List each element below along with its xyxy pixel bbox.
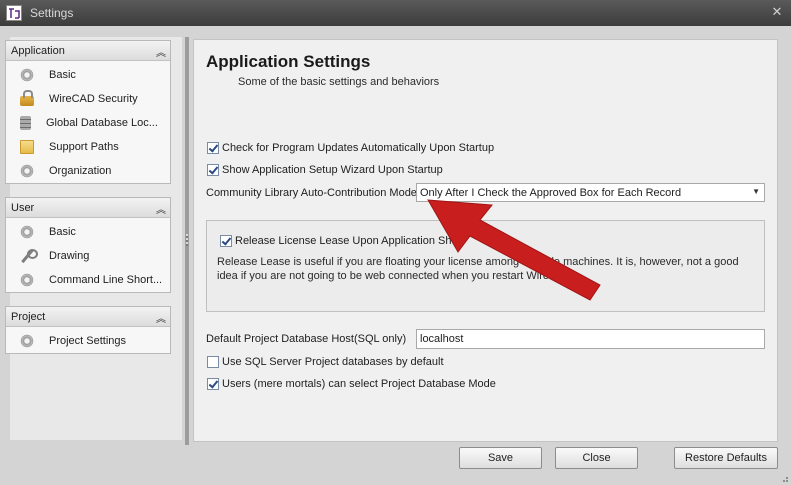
release-desc-line: Release Lease is useful if you are float…	[217, 256, 739, 268]
page-subtitle: Some of the basic settings and behaviors	[238, 76, 440, 88]
show-wizard-checkbox[interactable]	[207, 164, 219, 176]
close-button[interactable]: Close	[555, 447, 638, 469]
nav-item-label: Basic	[49, 226, 76, 238]
nav-item-label: Basic	[49, 69, 76, 81]
nav-item-label: Global Database Loc...	[46, 117, 158, 129]
nav-group-header[interactable]: User ︽	[6, 198, 170, 218]
show-wizard-label: Show Application Setup Wizard Upon Start…	[222, 164, 443, 176]
show-wizard-option[interactable]: Show Application Setup Wizard Upon Start…	[207, 164, 443, 176]
collapse-icon[interactable]: ︽	[156, 44, 166, 59]
nav-item-basic[interactable]: Basic	[6, 63, 170, 87]
db-host-input[interactable]: localhost	[416, 329, 765, 349]
gear-icon	[20, 225, 34, 239]
nav-item-support-paths[interactable]: Support Paths	[6, 135, 170, 159]
use-sql-label: Use SQL Server Project databases by defa…	[222, 356, 444, 368]
gear-icon	[20, 68, 34, 82]
contribution-mode-select[interactable]: Only After I Check the Approved Box for …	[416, 183, 765, 202]
users-select-option[interactable]: Users (mere mortals) can select Project …	[207, 378, 496, 390]
collapse-icon[interactable]: ︽	[156, 310, 166, 325]
nav-item-label: Project Settings	[49, 335, 127, 347]
nav-item-wirecad-security[interactable]: WireCAD Security	[6, 87, 170, 111]
lock-icon	[20, 90, 34, 106]
nav-item-label: Support Paths	[49, 141, 119, 153]
release-lease-label: Release License Lease Upon Application S…	[235, 235, 452, 247]
gear-icon	[20, 273, 34, 287]
nav-item-project-settings[interactable]: Project Settings	[6, 329, 170, 353]
gear-icon	[20, 164, 34, 178]
page-title: Application Settings	[206, 52, 371, 71]
nav-group-user: User ︽ Basic Drawing Command Line Short.…	[5, 197, 171, 293]
release-lease-checkbox[interactable]	[220, 235, 232, 247]
folder-icon	[20, 140, 34, 154]
use-sql-checkbox[interactable]	[207, 356, 219, 368]
nav-group-header[interactable]: Project ︽	[6, 307, 170, 327]
release-lease-description: Release Lease is useful if you are float…	[217, 255, 762, 283]
nav-item-organization[interactable]: Organization	[6, 159, 170, 183]
nav-item-global-database[interactable]: Global Database Loc...	[6, 111, 170, 135]
resize-grip-icon[interactable]	[779, 473, 789, 483]
nav-item-drawing[interactable]: Drawing	[6, 244, 170, 268]
release-desc-line: idea if you are not going to be web conn…	[217, 270, 576, 282]
nav-item-label: Command Line Short...	[49, 274, 163, 286]
nav-group-title: User	[11, 201, 35, 214]
nav-group-application: Application ︽ Basic WireCAD Security Glo…	[5, 40, 171, 184]
save-button[interactable]: Save	[459, 447, 542, 469]
restore-defaults-button[interactable]: Restore Defaults	[674, 447, 778, 469]
db-host-value: localhost	[420, 333, 464, 345]
wrench-icon	[20, 249, 38, 263]
app-icon[interactable]	[6, 5, 22, 21]
nav-item-command-line-shortcuts[interactable]: Command Line Short...	[6, 268, 170, 292]
database-icon	[20, 116, 31, 130]
nav-item-user-basic[interactable]: Basic	[6, 220, 170, 244]
contribution-mode-label: Community Library Auto-Contribution Mode	[206, 187, 417, 199]
gear-icon	[20, 334, 34, 348]
window-title: Settings	[30, 6, 74, 20]
nav-group-title: Project	[11, 310, 46, 323]
collapse-icon[interactable]: ︽	[156, 201, 166, 216]
users-select-label: Users (mere mortals) can select Project …	[222, 378, 496, 390]
use-sql-option[interactable]: Use SQL Server Project databases by defa…	[207, 356, 444, 368]
splitter-grip[interactable]	[186, 234, 188, 246]
check-updates-option[interactable]: Check for Program Updates Automatically …	[207, 142, 494, 154]
nav-group-project: Project ︽ Project Settings	[5, 306, 171, 354]
release-lease-option[interactable]: Release License Lease Upon Application S…	[220, 235, 451, 247]
nav-group-header[interactable]: Application ︽	[6, 41, 170, 61]
contribution-mode-value: Only After I Check the Approved Box for …	[420, 186, 682, 199]
check-updates-label: Check for Program Updates Automatically …	[222, 142, 495, 154]
db-host-label: Default Project Database Host(SQL only)	[206, 333, 407, 345]
title-bar: Settings ✕	[0, 0, 791, 26]
check-updates-checkbox[interactable]	[207, 142, 219, 154]
nav-item-label: WireCAD Security	[49, 93, 138, 105]
nav-group-title: Application	[11, 44, 65, 57]
nav-item-label: Organization	[49, 165, 112, 177]
nav-item-label: Drawing	[49, 250, 90, 262]
chevron-down-icon[interactable]: ▼	[752, 187, 760, 196]
close-icon[interactable]: ✕	[769, 4, 785, 20]
users-select-checkbox[interactable]	[207, 378, 219, 390]
